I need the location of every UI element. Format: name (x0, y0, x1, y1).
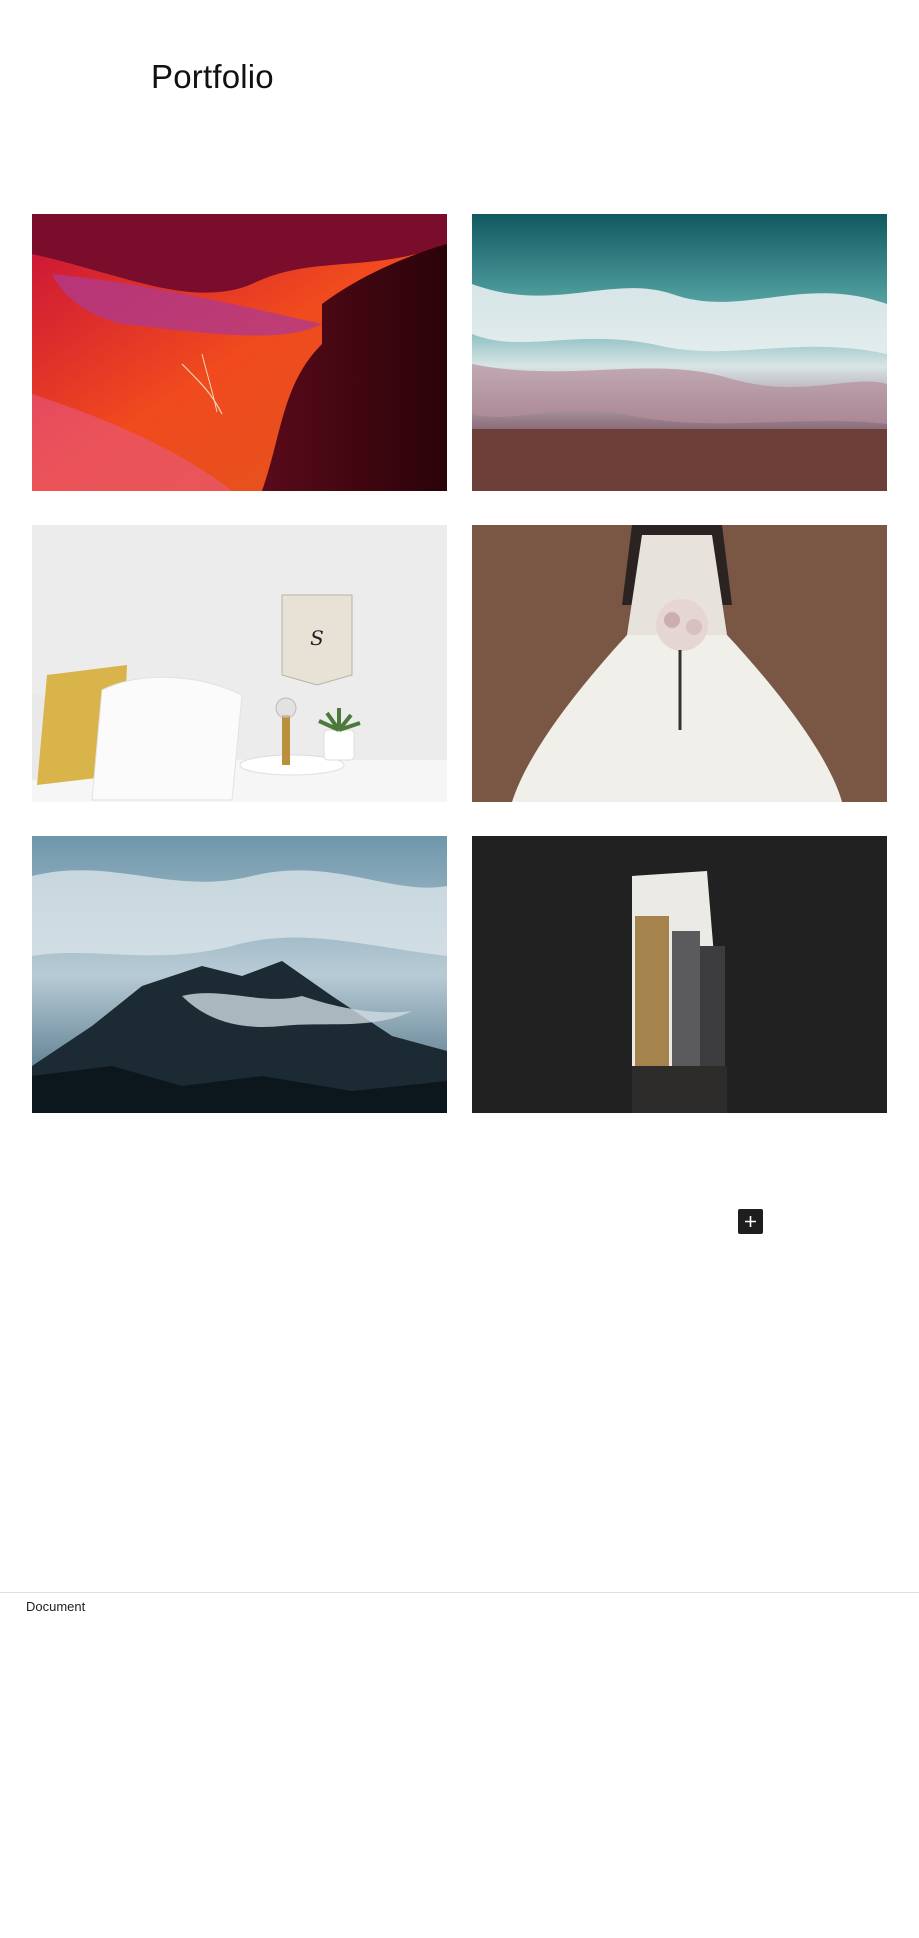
gallery-image-ocean[interactable] (472, 214, 887, 491)
svg-text:S: S (310, 626, 324, 650)
city-image (472, 836, 887, 1113)
mountain-image (32, 836, 447, 1113)
image-gallery[interactable]: S (32, 214, 887, 1113)
breadcrumb-document[interactable]: Document (26, 1599, 85, 1614)
plus-icon (745, 1216, 756, 1227)
editor-footer: Document (0, 1592, 919, 1938)
gallery-image-city[interactable] (472, 836, 887, 1113)
gallery-image-canyon[interactable] (32, 214, 447, 491)
bedroom-image: S (32, 525, 447, 802)
add-block-button[interactable] (738, 1209, 763, 1234)
editor-canvas: Portfolio S Document (0, 0, 919, 1938)
page-title[interactable]: Portfolio (151, 58, 274, 96)
ocean-image (472, 214, 887, 491)
bride-image (472, 525, 887, 802)
gallery-image-bride[interactable] (472, 525, 887, 802)
canyon-image (32, 214, 447, 491)
gallery-image-bedroom[interactable]: S (32, 525, 447, 802)
gallery-image-mountain[interactable] (32, 836, 447, 1113)
